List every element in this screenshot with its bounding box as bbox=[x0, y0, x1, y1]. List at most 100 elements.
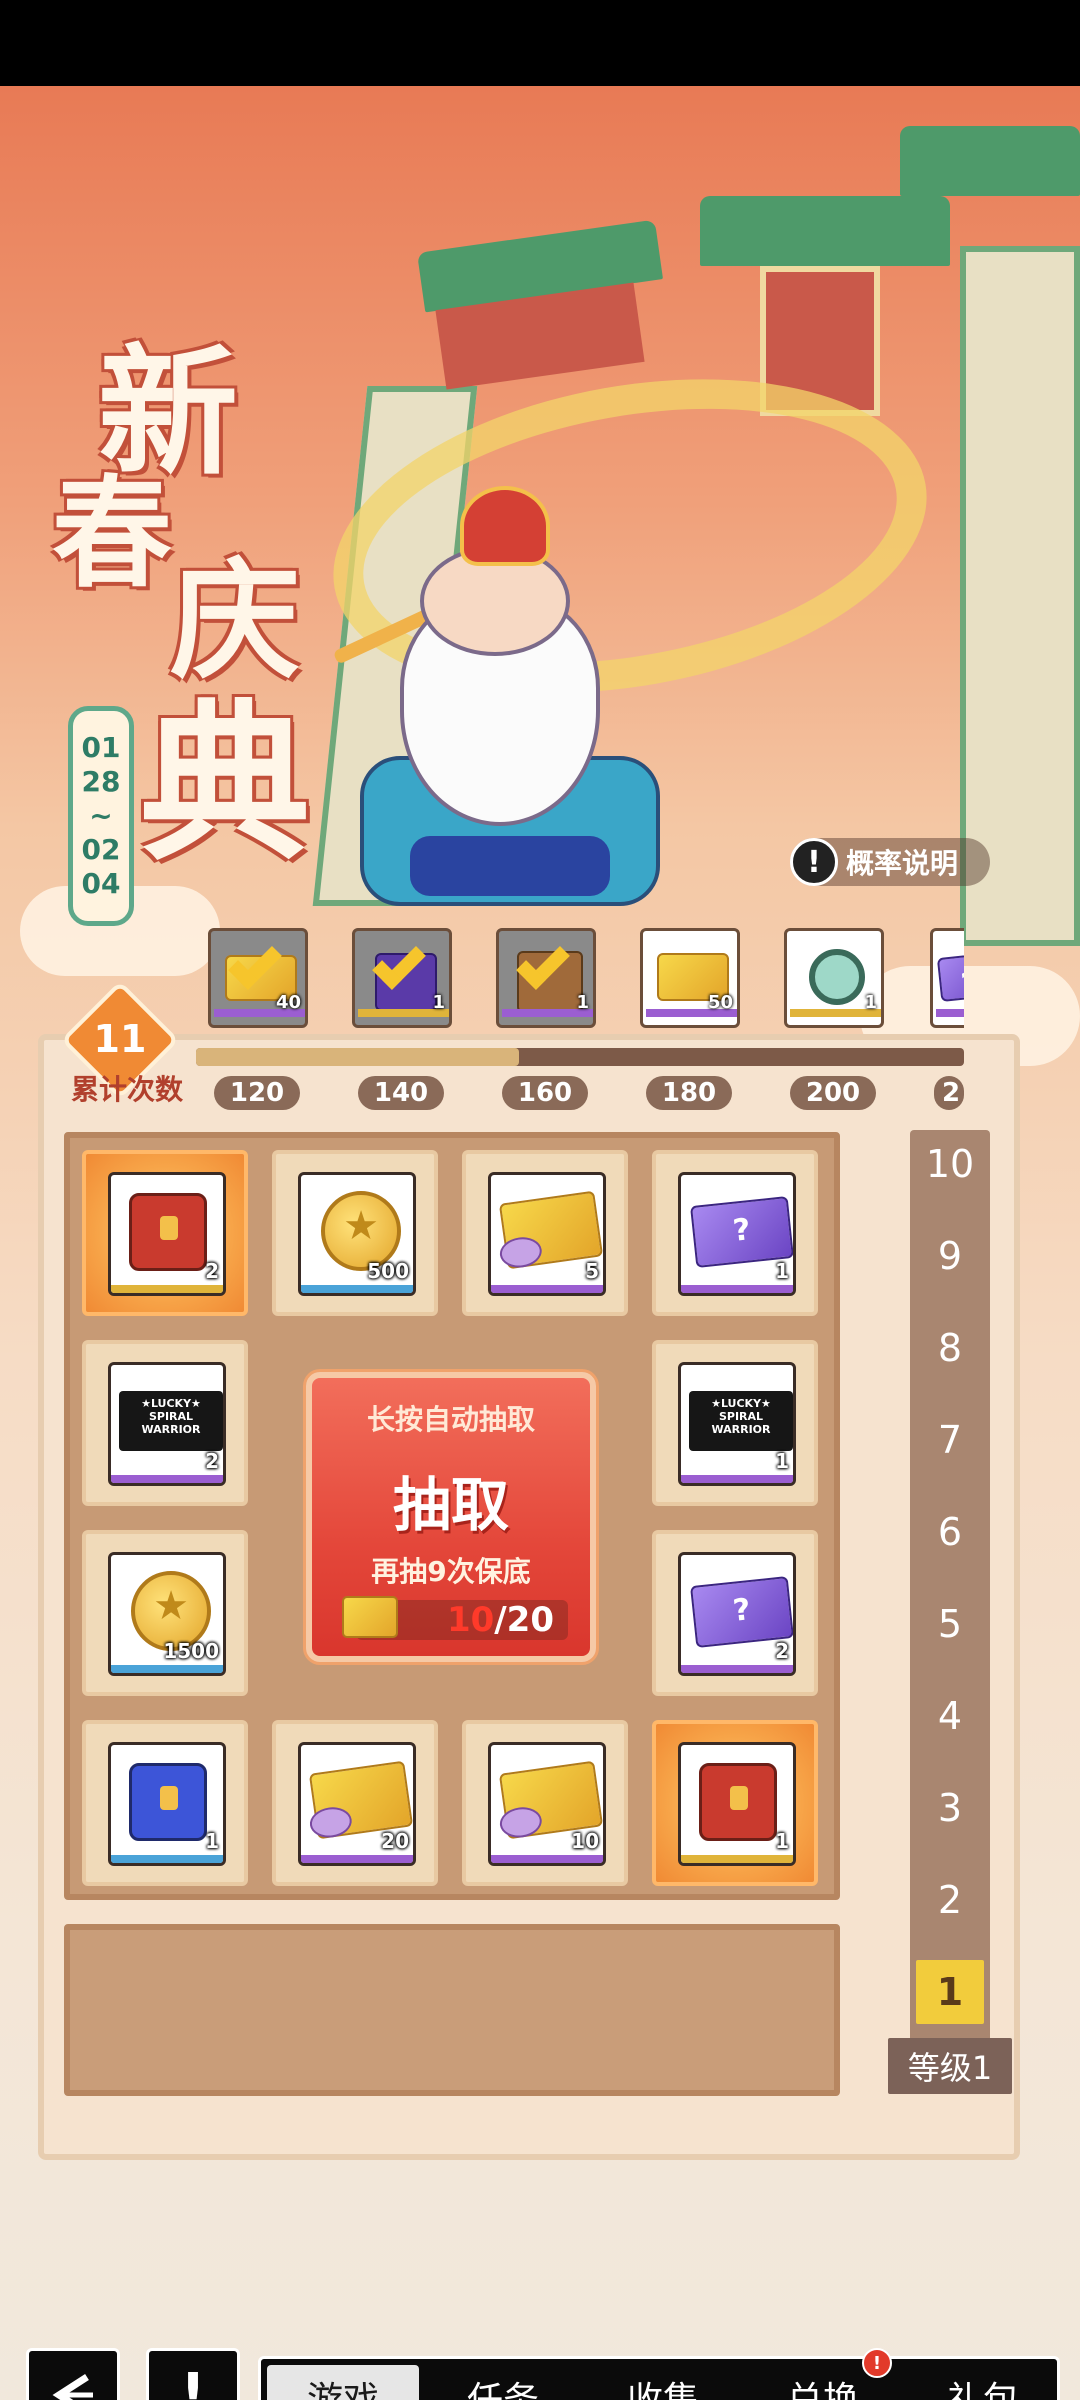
reward-item: 2 bbox=[108, 1172, 226, 1296]
immortal-sage-illustration bbox=[300, 476, 720, 916]
event-screen: 新 春 庆 典 01 28 ~ 02 04 ! 概率说明 40 1 1 50 1… bbox=[0, 86, 1080, 2400]
rarity-bar bbox=[681, 1475, 793, 1483]
reward-cell: 500 bbox=[272, 1150, 438, 1316]
reward-qty: 2 bbox=[205, 1449, 219, 1473]
date-part: 04 bbox=[81, 867, 121, 900]
message-box bbox=[64, 1924, 840, 2096]
reward-cell: 1 bbox=[652, 1720, 818, 1886]
probability-label: 概率说明 bbox=[846, 847, 959, 880]
tab-tasks[interactable]: 任务 bbox=[427, 2365, 579, 2400]
reward-item: 5 bbox=[488, 1172, 606, 1296]
sage-belt bbox=[410, 836, 610, 896]
guarantee-text: 再抽9次保底 bbox=[371, 1555, 531, 1588]
reward-cell: 10 bbox=[462, 1720, 628, 1886]
golden-ticket-icon bbox=[498, 1760, 603, 1840]
reward-cell: 2 bbox=[82, 1150, 248, 1316]
guarantee-progress-total: /20 bbox=[494, 1600, 554, 1640]
milestone-reward-partial[interactable] bbox=[930, 928, 964, 1036]
draw-count-value: 11 bbox=[93, 1017, 147, 1061]
mystery-ticket-icon bbox=[690, 1196, 793, 1268]
reward-item: 2 bbox=[678, 1552, 796, 1676]
reward-cell: ★LUCKY★ SPIRAL WARRIOR 2 bbox=[82, 1340, 248, 1506]
reward-item: 1 bbox=[108, 1742, 226, 1866]
reward-item: ★LUCKY★ SPIRAL WARRIOR 2 bbox=[108, 1362, 226, 1486]
milestone-reward[interactable]: 40 bbox=[208, 928, 308, 1036]
reward-qty: 1 bbox=[775, 1449, 789, 1473]
draw-label: 抽取 bbox=[392, 1471, 509, 1539]
temple-roof-center bbox=[700, 196, 950, 266]
event-title-char: 春 bbox=[52, 463, 172, 604]
rarity-bar bbox=[111, 1285, 223, 1293]
level-column: 10 9 8 7 6 5 4 3 2 1 bbox=[910, 1130, 990, 2060]
reward-item: 10 bbox=[488, 1742, 606, 1866]
probability-info-button[interactable]: ! 概率说明 bbox=[790, 838, 990, 886]
level-number: 3 bbox=[937, 1786, 963, 1830]
rarity-bar bbox=[681, 1285, 793, 1293]
reward-item: 500 bbox=[298, 1172, 416, 1296]
reward-cell: 5 bbox=[462, 1150, 628, 1316]
reward-qty: 2 bbox=[205, 1259, 219, 1283]
milestone-tick: 200 bbox=[790, 1076, 876, 1110]
reward-card: 1 bbox=[784, 928, 884, 1028]
gear-core-icon bbox=[809, 949, 865, 1005]
date-part: ~ bbox=[89, 799, 113, 832]
milestone-tick: 180 bbox=[646, 1076, 732, 1110]
lucky-spiral-warrior-icon: ★LUCKY★ SPIRAL WARRIOR bbox=[119, 1391, 223, 1451]
auto-draw-hint: 长按自动抽取 bbox=[366, 1403, 535, 1436]
milestone-reward[interactable]: 1 bbox=[784, 928, 884, 1036]
blue-chest-icon bbox=[129, 1763, 207, 1841]
draw-button[interactable]: 长按自动抽取 抽取 再抽9次保底 10/20 bbox=[306, 1372, 596, 1662]
milestone-reward[interactable]: 1 bbox=[352, 928, 452, 1036]
rarity-bar bbox=[111, 1475, 223, 1483]
level-number: 8 bbox=[937, 1326, 963, 1370]
reward-item: ★LUCKY★ SPIRAL WARRIOR 1 bbox=[678, 1362, 796, 1486]
current-level-label: 等级1 bbox=[888, 2038, 1012, 2094]
reward-count: 1 bbox=[576, 992, 589, 1013]
reward-qty: 1 bbox=[205, 1829, 219, 1853]
lucky-spiral-warrior-icon: ★LUCKY★ SPIRAL WARRIOR bbox=[689, 1391, 793, 1451]
tab-collection[interactable]: 收集 bbox=[587, 2365, 739, 2400]
temple-roof-right bbox=[900, 126, 1080, 196]
reward-count: 1 bbox=[864, 992, 877, 1013]
milestone-reward[interactable]: 1 bbox=[496, 928, 596, 1036]
date-part: 02 bbox=[81, 833, 121, 866]
tab-gift-pack[interactable]: 礼包 bbox=[907, 2365, 1059, 2400]
level-number: 10 bbox=[925, 1142, 975, 1186]
rarity-bar bbox=[111, 1665, 223, 1673]
reward-item: 1 bbox=[678, 1742, 796, 1866]
reward-card: 1 bbox=[352, 928, 452, 1028]
level-number: 6 bbox=[937, 1510, 963, 1554]
level-number: 7 bbox=[937, 1418, 963, 1462]
rarity-bar bbox=[491, 1855, 603, 1863]
rarity-bar bbox=[681, 1855, 793, 1863]
reward-card: 50 bbox=[640, 928, 740, 1028]
reward-cell: 1500 bbox=[82, 1530, 248, 1696]
exclamation-icon: ! bbox=[180, 2362, 206, 2400]
tab-game[interactable]: 游戏 bbox=[267, 2365, 419, 2400]
level-number: 2 bbox=[937, 1878, 963, 1922]
bottom-tab-bar: 游戏 任务 收集 兑换 礼包 bbox=[258, 2356, 1060, 2400]
back-button[interactable] bbox=[26, 2348, 120, 2400]
reward-cell: 2 bbox=[652, 1530, 818, 1696]
back-arrow-icon bbox=[52, 2374, 93, 2400]
milestone-progress-bar bbox=[196, 1048, 964, 1066]
level-number-current: 1 bbox=[916, 1960, 984, 2024]
guarantee-progress-current: 10 bbox=[446, 1600, 495, 1640]
golden-ticket-icon bbox=[308, 1760, 413, 1840]
level-number: 4 bbox=[937, 1694, 963, 1738]
milestone-tick: 140 bbox=[358, 1076, 444, 1110]
rarity-bar bbox=[681, 1665, 793, 1673]
red-chest-icon bbox=[129, 1193, 207, 1271]
red-chest-icon bbox=[699, 1763, 777, 1841]
reward-count: 1 bbox=[432, 992, 445, 1013]
exclamation-icon: ! bbox=[790, 838, 838, 886]
rarity-bar bbox=[936, 1009, 964, 1017]
reward-qty: 500 bbox=[367, 1259, 409, 1283]
milestone-tick: 2 bbox=[934, 1076, 964, 1110]
draw-count-label: 累计次数 bbox=[70, 1073, 183, 1106]
date-part: 01 bbox=[81, 731, 121, 764]
milestone-progress-fill bbox=[196, 1048, 519, 1066]
info-button[interactable]: ! bbox=[146, 2348, 240, 2400]
milestone-reward[interactable]: 50 bbox=[640, 928, 740, 1036]
reward-cell: 1 bbox=[82, 1720, 248, 1886]
